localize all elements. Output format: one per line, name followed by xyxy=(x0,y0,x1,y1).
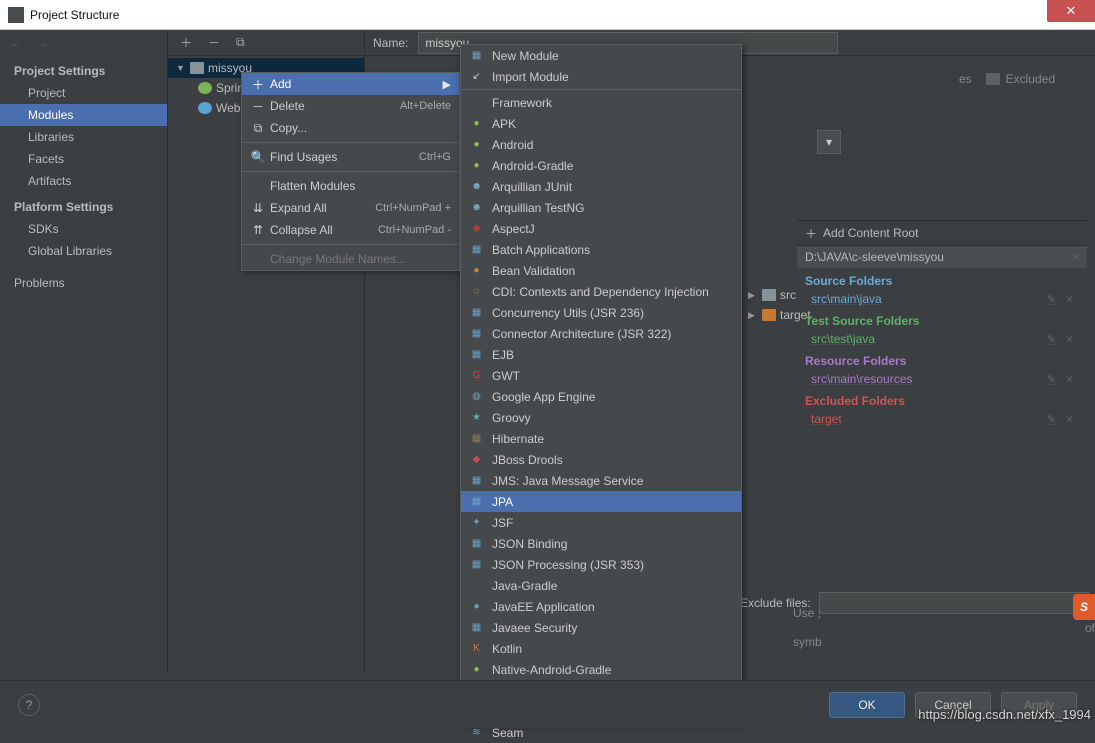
remove-icon[interactable]: × xyxy=(1066,292,1073,306)
ctx-copy-[interactable]: ⧉Copy... xyxy=(242,117,459,139)
nav-facets[interactable]: Facets xyxy=(0,148,167,170)
submenu-arquillian-testng[interactable]: ☻Arquillian TestNG xyxy=(461,197,741,218)
title-bar: Project Structure ✕ xyxy=(0,0,1095,30)
plus-icon: ＋ xyxy=(805,225,817,242)
remove-icon[interactable]: × xyxy=(1066,412,1073,426)
ctx-flatten-modules[interactable]: Flatten Modules xyxy=(242,175,459,197)
nav-project[interactable]: Project xyxy=(0,82,167,104)
remove-icon[interactable]: × xyxy=(1066,332,1073,346)
submenu-native-android-gradle[interactable]: ●Native-Android-Gradle xyxy=(461,659,741,680)
submenu-jboss-drools[interactable]: ◆JBoss Drools xyxy=(461,449,741,470)
app-icon xyxy=(8,7,24,23)
submenu-jsf[interactable]: ✦JSF xyxy=(461,512,741,533)
nav-modules[interactable]: Modules xyxy=(0,104,167,126)
add-submenu: ▦New Module↙Import ModuleFramework●APK●A… xyxy=(460,44,742,724)
submenu-javaee-security[interactable]: ▦Javaee Security xyxy=(461,617,741,638)
nav-problems[interactable]: Problems xyxy=(0,272,167,294)
folder-item[interactable]: src\test\java✎× xyxy=(797,330,1087,348)
submenu-json-binding[interactable]: ▦JSON Binding xyxy=(461,533,741,554)
remove-icon[interactable]: × xyxy=(1066,372,1073,386)
watermark: https://blog.csdn.net/xfx_1994 xyxy=(914,707,1095,722)
nav-header-project: Project Settings xyxy=(0,56,167,82)
submenu-javaee-application[interactable]: ●JavaEE Application xyxy=(461,596,741,617)
submenu-framework[interactable]: Framework xyxy=(461,92,741,113)
ctx-expand-all[interactable]: ⇊Expand AllCtrl+NumPad + xyxy=(242,197,459,219)
close-button[interactable]: ✕ xyxy=(1047,0,1095,22)
submenu-gwt[interactable]: GGWT xyxy=(461,365,741,386)
chevron-down-icon: ▾ xyxy=(826,135,832,149)
edit-icon[interactable]: ✎ xyxy=(1047,414,1056,426)
section-header: Resource Folders xyxy=(797,348,1087,370)
nav-libraries[interactable]: Libraries xyxy=(0,126,167,148)
copy-icon[interactable]: ⧉ xyxy=(236,35,245,50)
nav-header-platform: Platform Settings xyxy=(0,192,167,218)
add-icon[interactable]: ＋ xyxy=(180,34,192,51)
submenu-ejb[interactable]: ▦EJB xyxy=(461,344,741,365)
context-menu: ＋Add▶－DeleteAlt+Delete⧉Copy... 🔍Find Usag… xyxy=(241,72,460,271)
ctx-add[interactable]: ＋Add▶ xyxy=(242,73,459,95)
edit-icon[interactable]: ✎ xyxy=(1047,294,1056,306)
remove-icon[interactable]: － xyxy=(208,34,220,51)
web-icon xyxy=(198,102,212,114)
folder-item[interactable]: target✎× xyxy=(797,410,1087,428)
edit-icon[interactable]: ✎ xyxy=(1047,374,1056,386)
folder-item[interactable]: src\main\resources✎× xyxy=(797,370,1087,388)
submenu-groovy[interactable]: ★Groovy xyxy=(461,407,741,428)
excluded-icon xyxy=(986,73,1000,85)
submenu-java-gradle[interactable]: Java-Gradle xyxy=(461,575,741,596)
submenu-import-module[interactable]: ↙Import Module xyxy=(461,66,741,87)
submenu-arquillian-junit[interactable]: ☻Arquillian JUnit xyxy=(461,176,741,197)
submenu-json-processing-jsr-[interactable]: ▦JSON Processing (JSR 353) xyxy=(461,554,741,575)
ctx-find-usages[interactable]: 🔍Find UsagesCtrl+G xyxy=(242,146,459,168)
forward-icon[interactable]: → xyxy=(36,36,48,50)
submenu-android-gradle[interactable]: ●Android-Gradle xyxy=(461,155,741,176)
nav-history: ← → xyxy=(0,30,167,56)
submenu-cdi-contexts-and-dependency-injection[interactable]: ◌CDI: Contexts and Dependency Injection xyxy=(461,281,741,302)
tab-hints: es Excluded xyxy=(959,72,1055,86)
submenu-jpa[interactable]: ▦JPA xyxy=(461,491,741,512)
folder-icon xyxy=(190,62,204,74)
submenu-batch-applications[interactable]: ▦Batch Applications xyxy=(461,239,741,260)
back-icon[interactable]: ← xyxy=(10,36,22,50)
settings-nav: ← → Project Settings Project Modules Lib… xyxy=(0,30,168,672)
edit-icon[interactable]: ✎ xyxy=(1047,334,1056,346)
content-root-panel: ＋Add Content Root D:\JAVA\c-sleeve\missy… xyxy=(797,220,1087,428)
section-header: Excluded Folders xyxy=(797,388,1087,410)
remove-root-icon[interactable]: × xyxy=(1072,250,1079,264)
expand-icon[interactable]: ▼ xyxy=(176,63,186,73)
nav-artifacts[interactable]: Artifacts xyxy=(0,170,167,192)
submenu-hibernate[interactable]: ▦Hibernate xyxy=(461,428,741,449)
folder-excluded-icon xyxy=(762,309,776,321)
submenu-kotlin[interactable]: KKotlin xyxy=(461,638,741,659)
name-label: Name: xyxy=(373,36,408,50)
folder-icon xyxy=(762,289,776,301)
submenu-bean-validation[interactable]: ●Bean Validation xyxy=(461,260,741,281)
content-root-path[interactable]: D:\JAVA\c-sleeve\missyou× xyxy=(797,246,1087,268)
nav-sdks[interactable]: SDKs xyxy=(0,218,167,240)
ctx-collapse-all[interactable]: ⇈Collapse AllCtrl+NumPad - xyxy=(242,219,459,241)
submenu-connector-architecture-jsr-[interactable]: ▦Connector Architecture (JSR 322) xyxy=(461,323,741,344)
ctx-change-module-names-: Change Module Names... xyxy=(242,248,459,270)
dropdown-button[interactable]: ▾ xyxy=(817,130,841,154)
submenu-google-app-engine[interactable]: ◍Google App Engine xyxy=(461,386,741,407)
help-button[interactable]: ? xyxy=(18,694,40,716)
submenu-concurrency-utils-jsr-[interactable]: ▦Concurrency Utils (JSR 236) xyxy=(461,302,741,323)
spring-icon xyxy=(198,82,212,94)
exclude-hint: Use ;of symb xyxy=(793,606,1095,650)
submenu-jms-java-message-service[interactable]: ▦JMS: Java Message Service xyxy=(461,470,741,491)
window-title: Project Structure xyxy=(30,8,119,22)
submenu-new-module[interactable]: ▦New Module xyxy=(461,45,741,66)
nav-global-libs[interactable]: Global Libraries xyxy=(0,240,167,262)
submenu-apk[interactable]: ●APK xyxy=(461,113,741,134)
ok-button[interactable]: OK xyxy=(829,692,905,718)
submenu-aspectj[interactable]: ◆AspectJ xyxy=(461,218,741,239)
ctx-delete[interactable]: －DeleteAlt+Delete xyxy=(242,95,459,117)
folder-item[interactable]: src\main\java✎× xyxy=(797,290,1087,308)
sogou-badge: S xyxy=(1073,594,1095,620)
add-content-root[interactable]: ＋Add Content Root xyxy=(797,220,1087,246)
section-header: Test Source Folders xyxy=(797,308,1087,330)
section-header: Source Folders xyxy=(797,268,1087,290)
submenu-android[interactable]: ●Android xyxy=(461,134,741,155)
